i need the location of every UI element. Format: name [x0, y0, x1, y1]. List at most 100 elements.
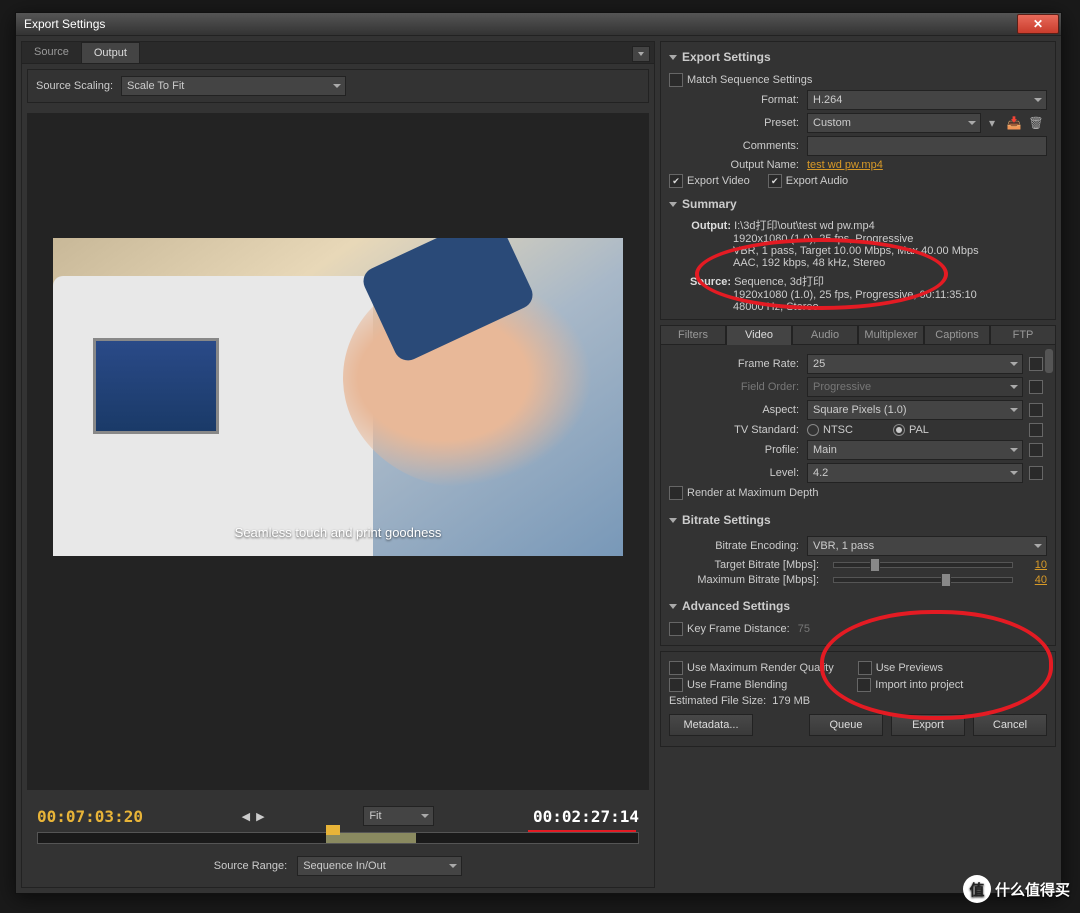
tab-ftp[interactable]: FTP — [990, 325, 1056, 345]
keyframe-label: Key Frame Distance: — [687, 623, 790, 635]
profile-override-checkbox[interactable] — [1029, 443, 1043, 457]
nav-arrows: ◀ ▶ — [242, 810, 265, 823]
source-scaling-row: Source Scaling: Scale To Fit — [27, 69, 649, 103]
render-max-depth-label: Render at Maximum Depth — [687, 487, 818, 499]
field-order-dropdown: Progressive — [807, 377, 1023, 397]
disclosure-icon[interactable] — [669, 55, 677, 60]
level-dropdown[interactable]: 4.2 — [807, 463, 1023, 483]
tv-standard-override-checkbox[interactable] — [1029, 423, 1043, 437]
tv-standard-label: TV Standard: — [669, 424, 807, 436]
timeline-scrubber[interactable] — [37, 832, 639, 844]
target-bitrate-slider[interactable] — [833, 562, 1013, 568]
current-timecode[interactable]: 00:07:03:20 — [37, 807, 143, 826]
frame-rate-dropdown[interactable]: 25 — [807, 354, 1023, 374]
source-range-dropdown[interactable]: Sequence In/Out — [297, 856, 462, 876]
disclosure-icon[interactable] — [669, 604, 677, 609]
tab-multiplexer[interactable]: Multiplexer — [858, 325, 924, 345]
aspect-label: Aspect: — [669, 404, 807, 416]
export-settings-title: Export Settings — [682, 50, 771, 64]
field-order-label: Field Order: — [669, 381, 807, 393]
export-audio-label: Export Audio — [786, 175, 848, 187]
chevron-down-icon — [638, 52, 644, 56]
scrollbar-thumb[interactable] — [1045, 349, 1053, 373]
slider-thumb-icon[interactable] — [941, 573, 951, 587]
max-bitrate-slider[interactable] — [833, 577, 1013, 583]
tab-output[interactable]: Output — [81, 42, 140, 63]
next-frame-icon[interactable]: ▶ — [256, 810, 264, 823]
source-scaling-dropdown[interactable]: Scale To Fit — [121, 76, 346, 96]
disclosure-icon[interactable] — [669, 518, 677, 523]
est-size-value: 179 MB — [772, 695, 810, 707]
output-name-link[interactable]: test wd pw.mp4 — [807, 159, 883, 171]
total-timecode: 00:02:27:14 — [533, 807, 639, 826]
tab-captions[interactable]: Captions — [924, 325, 990, 345]
export-video-checkbox[interactable] — [669, 174, 683, 188]
pal-radio[interactable] — [893, 424, 905, 436]
max-render-checkbox[interactable] — [669, 661, 683, 675]
save-preset-icon[interactable]: ▾ — [983, 114, 1001, 132]
comments-input[interactable] — [807, 136, 1047, 156]
level-override-checkbox[interactable] — [1029, 466, 1043, 480]
output-name-label: Output Name: — [669, 159, 807, 171]
video-settings-body: Frame Rate: 25 Field Order: Progressive … — [660, 345, 1056, 646]
match-sequence-checkbox[interactable] — [669, 73, 683, 87]
subtitle-text: Seamless touch and print goodness — [53, 525, 623, 540]
titlebar[interactable]: Export Settings ✕ — [16, 13, 1061, 36]
match-sequence-label: Match Sequence Settings — [687, 74, 812, 86]
format-label: Format: — [669, 94, 807, 106]
export-settings-dialog: Export Settings ✕ Source Output Source S… — [15, 12, 1062, 894]
frame-rate-override-checkbox[interactable] — [1029, 357, 1043, 371]
render-max-depth-checkbox[interactable] — [669, 486, 683, 500]
prev-frame-icon[interactable]: ◀ — [242, 810, 250, 823]
metadata-button[interactable]: Metadata... — [669, 714, 753, 736]
encoding-tabs-section: Filters Video Audio Multiplexer Captions… — [660, 325, 1056, 646]
level-label: Level: — [669, 467, 807, 479]
frame-rate-label: Frame Rate: — [669, 358, 807, 370]
export-video-label: Export Video — [687, 175, 750, 187]
delete-preset-icon[interactable]: 🗑 — [1027, 114, 1045, 132]
import-project-checkbox[interactable] — [857, 678, 871, 692]
comments-label: Comments: — [669, 140, 807, 152]
target-bitrate-label: Target Bitrate [Mbps]: — [669, 559, 827, 571]
summary-body: Output: I:\3d打印\out\test wd pw.mp4 1920x… — [669, 217, 1047, 313]
tab-source[interactable]: Source — [22, 42, 81, 63]
ntsc-radio[interactable] — [807, 424, 819, 436]
profile-label: Profile: — [669, 444, 807, 456]
disclosure-icon[interactable] — [669, 202, 677, 207]
max-bitrate-value[interactable]: 40 — [1019, 574, 1047, 586]
keyframe-checkbox[interactable] — [669, 622, 683, 636]
window-title: Export Settings — [16, 17, 1017, 31]
aspect-dropdown[interactable]: Square Pixels (1.0) — [807, 400, 1023, 420]
tab-audio[interactable]: Audio — [792, 325, 858, 345]
slider-thumb-icon[interactable] — [870, 558, 880, 572]
profile-dropdown[interactable]: Main — [807, 440, 1023, 460]
preset-dropdown[interactable]: Custom — [807, 113, 981, 133]
aspect-override-checkbox[interactable] — [1029, 403, 1043, 417]
use-previews-checkbox[interactable] — [858, 661, 872, 675]
summary-title: Summary — [682, 197, 737, 211]
format-dropdown[interactable]: H.264 — [807, 90, 1047, 110]
target-bitrate-value[interactable]: 10 — [1019, 559, 1047, 571]
export-audio-checkbox[interactable] — [768, 174, 782, 188]
zoom-fit-dropdown[interactable]: Fit — [363, 806, 434, 826]
video-preview: Seamless touch and print goodness — [53, 238, 623, 556]
source-scaling-label: Source Scaling: — [36, 80, 113, 92]
field-order-override-checkbox[interactable] — [1029, 380, 1043, 394]
queue-button[interactable]: Queue — [809, 714, 883, 736]
tab-filters[interactable]: Filters — [660, 325, 726, 345]
advanced-title: Advanced Settings — [682, 599, 790, 613]
tab-video[interactable]: Video — [726, 325, 792, 345]
preview-area: Seamless touch and print goodness — [27, 113, 649, 790]
frame-blending-checkbox[interactable] — [669, 678, 683, 692]
max-render-label: Use Maximum Render Quality — [687, 662, 834, 674]
close-button[interactable]: ✕ — [1017, 14, 1059, 34]
cancel-button[interactable]: Cancel — [973, 714, 1047, 736]
bitrate-encoding-dropdown[interactable]: VBR, 1 pass — [807, 536, 1047, 556]
export-button[interactable]: Export — [891, 714, 965, 736]
pal-label: PAL — [909, 424, 929, 436]
use-previews-label: Use Previews — [876, 662, 943, 674]
playhead-icon[interactable] — [326, 825, 340, 835]
panel-menu-icon[interactable] — [632, 46, 650, 62]
annotation-underline — [528, 830, 636, 832]
import-preset-icon[interactable]: 📥 — [1005, 114, 1023, 132]
